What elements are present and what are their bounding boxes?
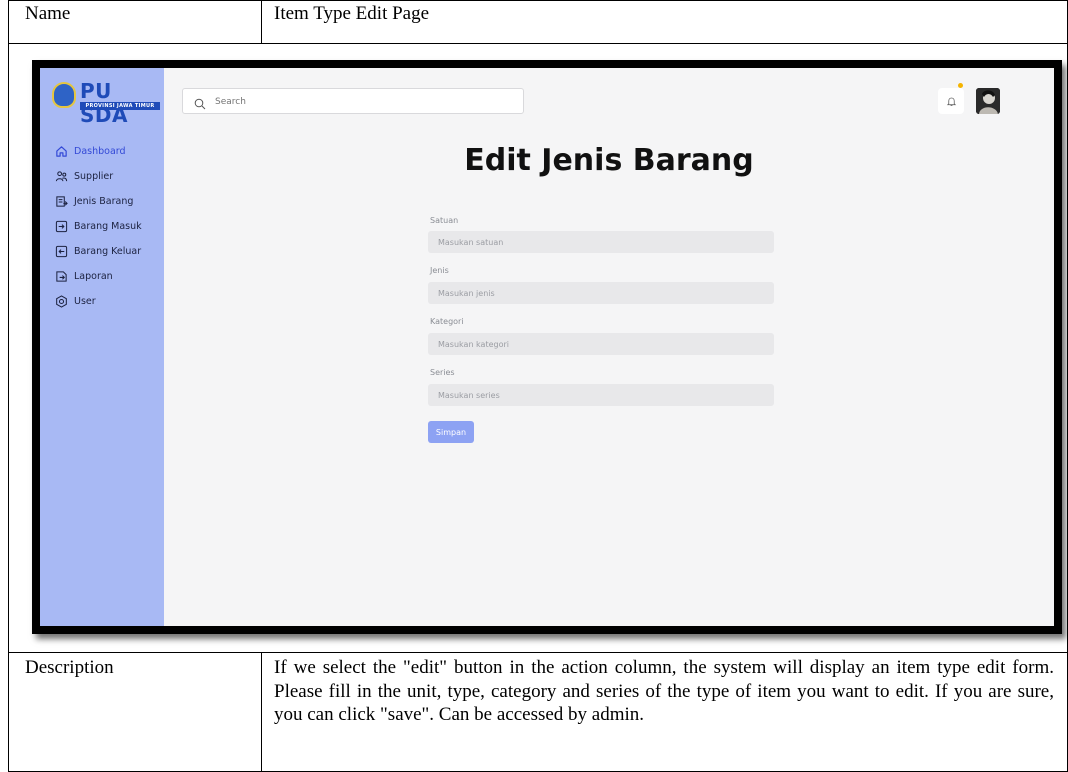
save-button[interactable]: Simpan bbox=[428, 421, 474, 443]
sidebar-item-label: User bbox=[74, 295, 96, 307]
app-window: PU SDA PROVINSI JAWA TIMUR Dashboard Sup… bbox=[40, 68, 1054, 626]
emblem-icon bbox=[52, 82, 76, 108]
notification-button[interactable] bbox=[938, 88, 964, 114]
jenis-label: Jenis bbox=[430, 266, 449, 275]
sidebar-item-label: Supplier bbox=[74, 170, 114, 182]
sidebar-item-barang-keluar[interactable]: Barang Keluar bbox=[54, 242, 141, 260]
search-bar bbox=[182, 88, 524, 114]
search-icon bbox=[194, 95, 206, 114]
description-value: If we select the "edit" button in the ac… bbox=[274, 657, 1054, 725]
description-value-cell: If we select the "edit" button in the ac… bbox=[261, 652, 1068, 772]
sidebar-item-label: Laporan bbox=[74, 270, 113, 282]
name-value: Item Type Edit Page bbox=[274, 3, 430, 24]
name-label: Name bbox=[25, 3, 71, 24]
user-gear-icon bbox=[54, 294, 68, 308]
sidebar-item-jenis-barang[interactable]: Jenis Barang bbox=[54, 192, 133, 210]
home-icon bbox=[54, 144, 68, 158]
supplier-icon bbox=[54, 169, 68, 183]
notification-dot bbox=[958, 83, 963, 88]
name-value-cell: Item Type Edit Page bbox=[261, 0, 1068, 44]
report-icon bbox=[54, 269, 68, 283]
item-type-icon bbox=[54, 194, 68, 208]
avatar[interactable] bbox=[976, 88, 1000, 114]
description-label: Description bbox=[25, 657, 114, 678]
page-title: Edit Jenis Barang bbox=[464, 143, 754, 178]
series-label: Series bbox=[430, 368, 455, 377]
description-label-cell: Description bbox=[8, 652, 262, 772]
sidebar-item-user[interactable]: User bbox=[54, 292, 96, 310]
logo-subtitle: PROVINSI JAWA TIMUR bbox=[80, 102, 160, 110]
bell-icon bbox=[946, 97, 956, 106]
sidebar-item-label: Barang Keluar bbox=[74, 245, 142, 257]
sidebar-item-barang-masuk[interactable]: Barang Masuk bbox=[54, 217, 142, 235]
kategori-input[interactable] bbox=[428, 333, 774, 355]
sidebar-item-label: Jenis Barang bbox=[74, 195, 134, 207]
sidebar-item-supplier[interactable]: Supplier bbox=[54, 167, 113, 185]
jenis-input[interactable] bbox=[428, 282, 774, 304]
incoming-icon bbox=[54, 219, 68, 233]
kategori-label: Kategori bbox=[430, 317, 464, 326]
outgoing-icon bbox=[54, 244, 68, 258]
search-input[interactable] bbox=[213, 93, 517, 111]
sidebar-item-label: Dashboard bbox=[74, 145, 126, 157]
sidebar: PU SDA PROVINSI JAWA TIMUR Dashboard Sup… bbox=[40, 68, 164, 626]
satuan-input[interactable] bbox=[428, 231, 774, 253]
sidebar-item-laporan[interactable]: Laporan bbox=[54, 267, 113, 285]
sidebar-item-dashboard[interactable]: Dashboard bbox=[54, 142, 126, 160]
sidebar-item-label: Barang Masuk bbox=[74, 220, 142, 232]
name-label-cell: Name bbox=[8, 0, 262, 44]
logo: PU SDA PROVINSI JAWA TIMUR bbox=[52, 79, 160, 127]
series-input[interactable] bbox=[428, 384, 774, 406]
satuan-label: Satuan bbox=[430, 216, 459, 225]
screenshot-frame: PU SDA PROVINSI JAWA TIMUR Dashboard Sup… bbox=[32, 60, 1062, 634]
